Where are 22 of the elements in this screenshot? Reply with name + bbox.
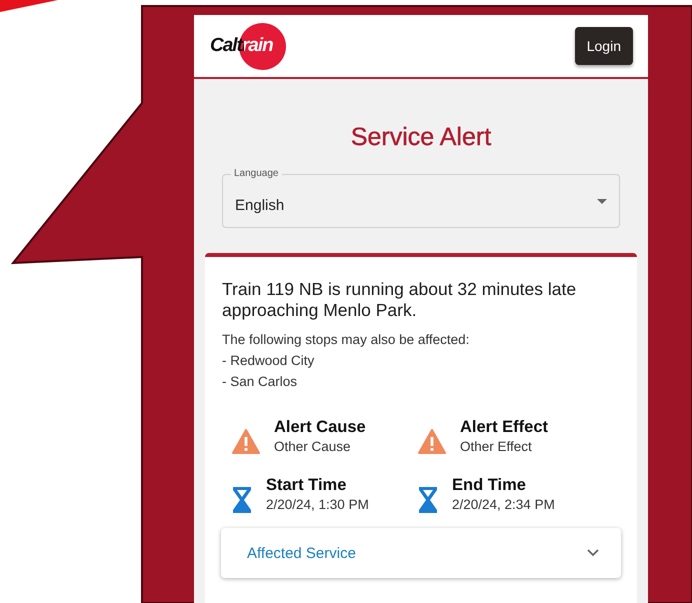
detail-value: Other Cause [274, 438, 352, 454]
hourglass-icon [232, 486, 252, 514]
login-button[interactable]: Login [574, 27, 633, 65]
detail-label: Alert Cause [274, 418, 366, 436]
stop-item: - Redwood City [222, 352, 316, 370]
detail-value: Other Effect [460, 438, 533, 454]
detail-label: End Time [452, 476, 527, 495]
hourglass-icon [418, 486, 438, 514]
warning-icon [418, 429, 446, 454]
warning-icon [232, 429, 260, 454]
stripe-drawing [0, 0, 58, 12]
detail-value: 2/20/24, 2:34 PM [452, 497, 555, 512]
alert-text: The following stops may also be affected: [222, 331, 470, 349]
dropdown-icon [597, 198, 607, 204]
detail-label: Start Time [266, 476, 348, 495]
detail-value: 2/20/24, 1:30 PM [266, 497, 369, 512]
page-title: Service Alert [350, 123, 492, 152]
alert-headline: Train 119 NB is running about 32 minutes late approaching Menlo Park. [222, 279, 578, 321]
chevron-icon [587, 549, 599, 557]
affected-service-accordion[interactable]: Affected Service [221, 528, 621, 578]
detail-label: Alert Effect [460, 418, 548, 436]
stop-item: - San Carlos [222, 373, 298, 391]
